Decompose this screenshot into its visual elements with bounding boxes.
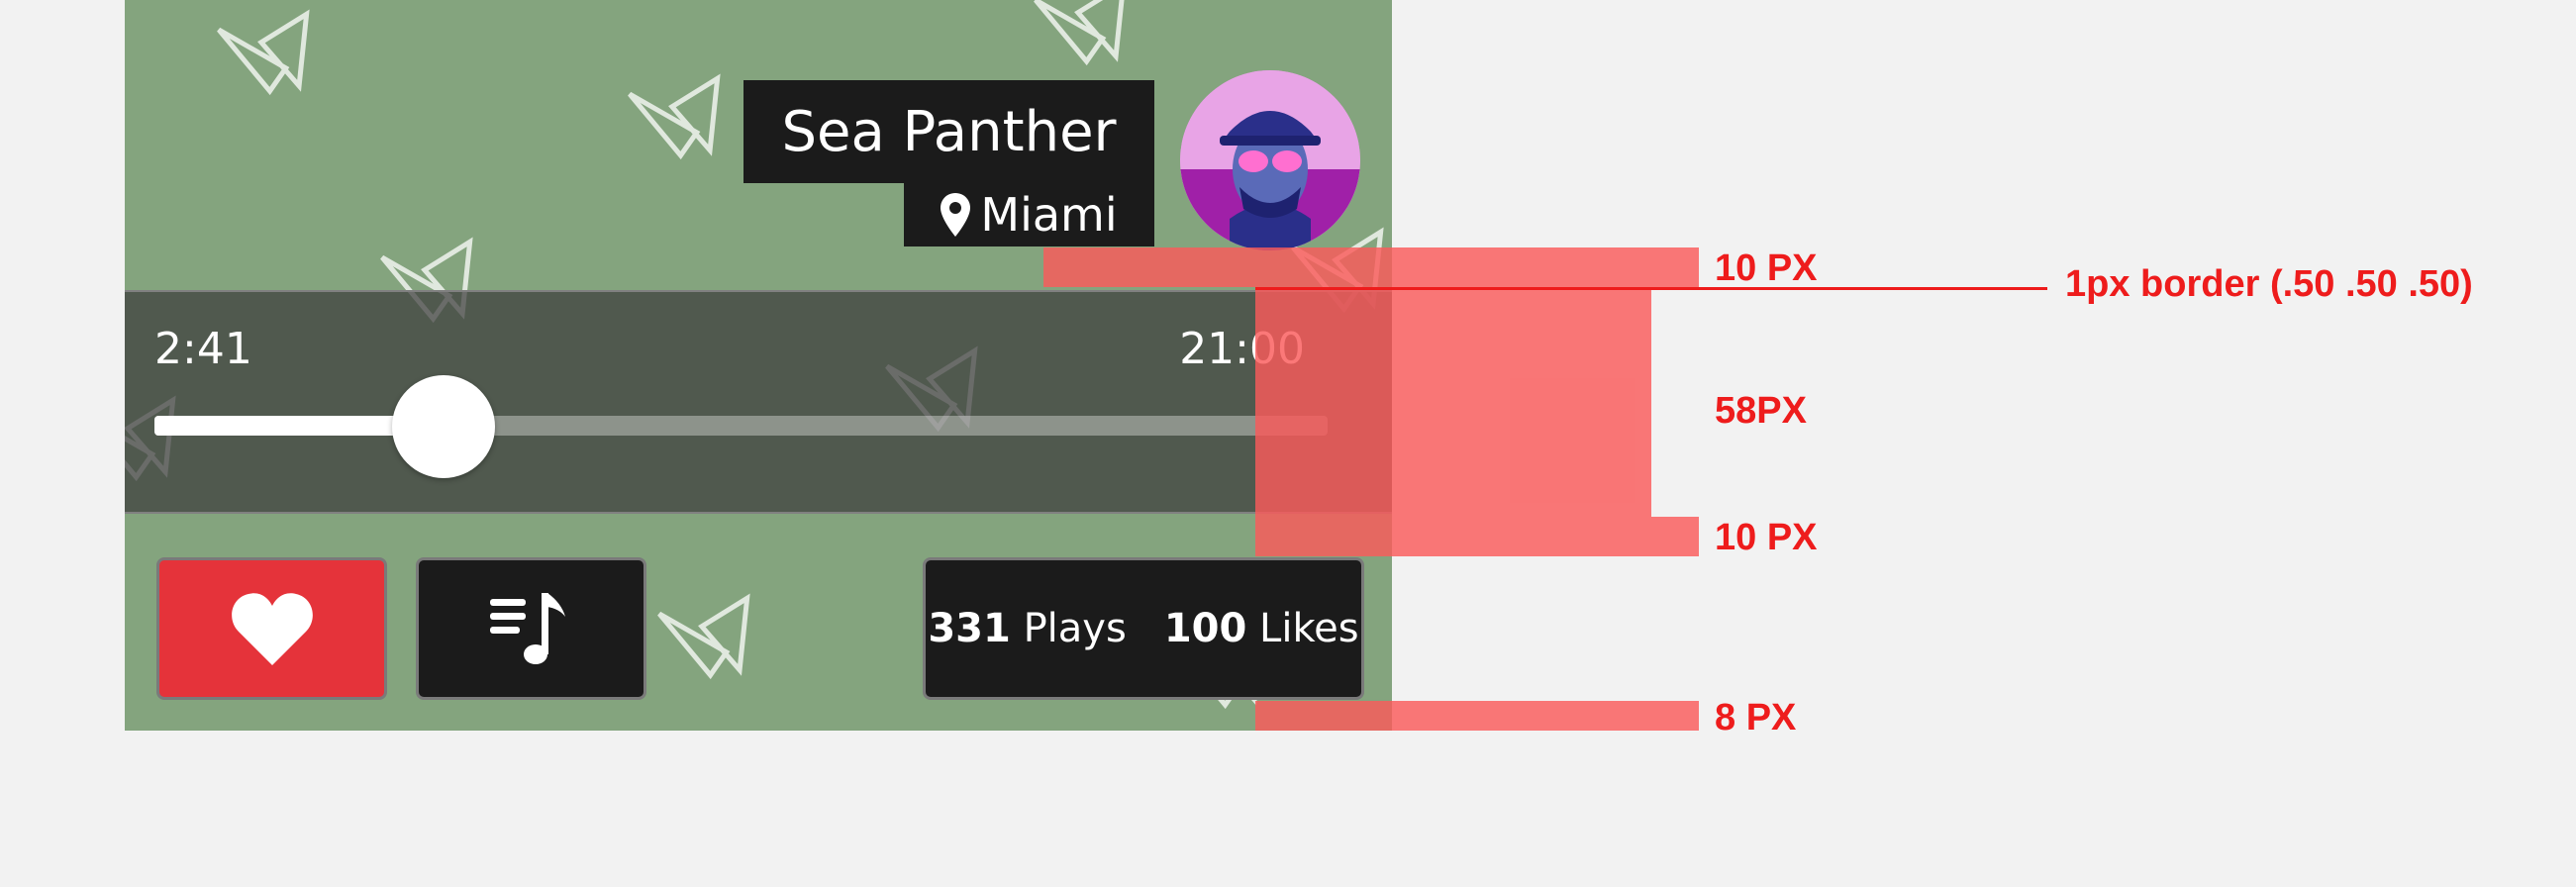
artist-name-box[interactable]: Sea Panther	[743, 80, 1154, 183]
spacing-guide-bottom	[1255, 701, 1699, 731]
heart-icon	[231, 593, 313, 665]
like-button[interactable]	[156, 557, 387, 700]
artist-location-box: Miami	[904, 183, 1154, 246]
plays-stat: 331 Plays	[928, 606, 1126, 651]
audio-player-bar: 2:41 21:00	[125, 290, 1392, 514]
artist-name[interactable]: Sea Panther	[781, 100, 1116, 164]
likes-label: Likes	[1259, 606, 1359, 651]
playlist-icon	[489, 593, 565, 664]
seek-thumb[interactable]	[391, 375, 495, 478]
border-guide-line	[1255, 287, 2047, 290]
spacing-guide-lower	[1255, 517, 1699, 556]
track-card: Sea Panther Miami 2:41 21:00 331 Plays 1…	[125, 0, 1392, 731]
avatar-portrait-icon	[1180, 70, 1360, 250]
annotation-top-gap: 10 PX	[1715, 247, 1818, 289]
annotation-border-note: 1px border (.50 .50 .50)	[2065, 263, 2473, 305]
artist-location: Miami	[980, 188, 1118, 242]
annotation-bar-height: 58PX	[1715, 390, 1807, 432]
annotation-bottom-padding: 8 PX	[1715, 697, 1797, 739]
spacing-guide-top	[1043, 247, 1699, 287]
playlist-button[interactable]	[416, 557, 646, 700]
seek-track[interactable]	[154, 416, 1328, 436]
elapsed-time: 2:41	[154, 324, 252, 374]
plays-count: 331	[928, 606, 1011, 651]
likes-stat: 100 Likes	[1164, 606, 1359, 651]
track-stats: 331 Plays 100 Likes	[923, 557, 1364, 700]
spacing-guide-bar	[1255, 287, 1651, 517]
map-pin-icon	[941, 193, 971, 237]
annotation-bottom-gap: 10 PX	[1715, 517, 1818, 558]
artist-avatar[interactable]	[1180, 70, 1360, 250]
likes-count: 100	[1163, 606, 1247, 651]
plays-label: Plays	[1023, 606, 1127, 651]
